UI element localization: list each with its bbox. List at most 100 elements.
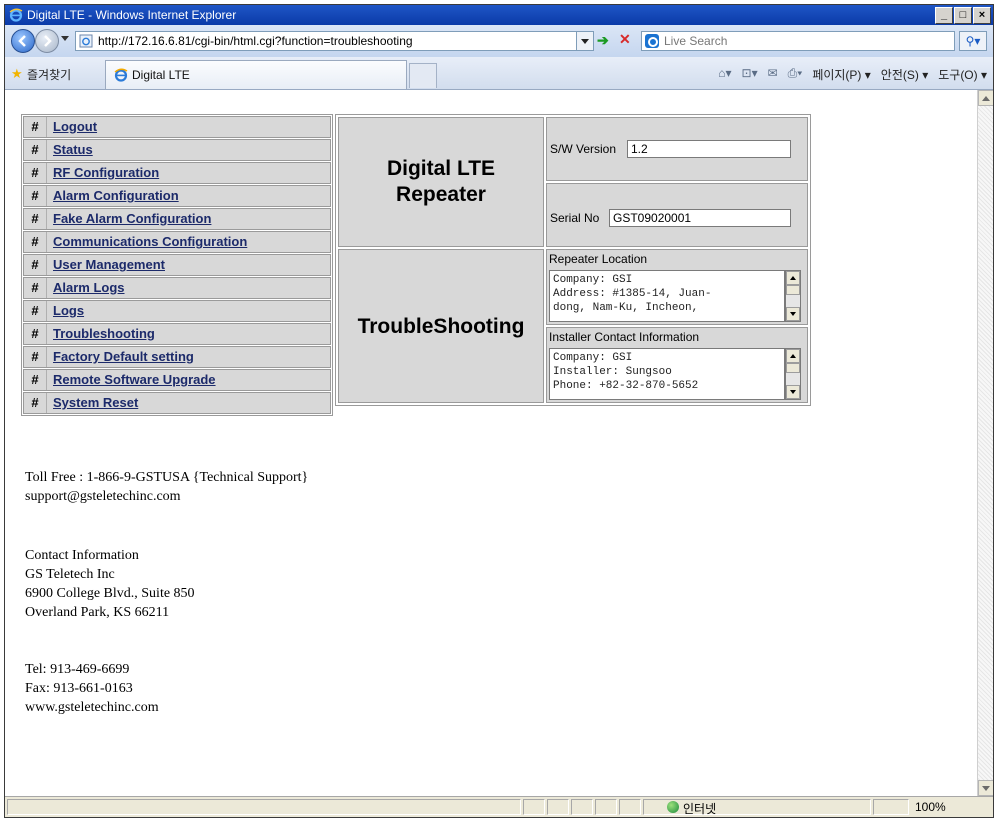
scroll-thumb[interactable] <box>786 363 800 373</box>
contact-heading: Contact Information <box>25 548 139 563</box>
forward-arrow-icon <box>44 35 52 47</box>
menu-link[interactable]: RF Configuration <box>47 163 159 183</box>
scroll-down-icon[interactable] <box>978 780 993 796</box>
scroll-down-icon[interactable] <box>786 385 800 399</box>
installer-contact-label: Installer Contact Information <box>549 330 700 344</box>
tab-digital-lte[interactable]: Digital LTE <box>105 60 407 89</box>
feeds-icon[interactable]: ⊡▾ <box>742 66 758 83</box>
menu-link[interactable]: Troubleshooting <box>47 324 155 344</box>
repeater-location-label: Repeater Location <box>549 252 648 266</box>
address-input[interactable]: http://172.16.6.81/cgi-bin/html.cgi?func… <box>75 31 577 51</box>
fax-text: Fax: 913-661-0163 <box>25 681 133 696</box>
tools-menu[interactable]: 도구(O) ▾ <box>938 66 987 83</box>
serial-no-cell: Serial No GST09020001 <box>546 183 808 247</box>
back-button[interactable] <box>11 29 35 53</box>
stop-icon[interactable]: ✕ <box>619 31 631 48</box>
section-title-cell: TroubleShooting <box>338 249 544 403</box>
new-tab-button[interactable] <box>409 63 437 88</box>
browser-window: Digital LTE - Windows Internet Explorer … <box>4 4 994 818</box>
repeater-location-cell: Repeater Location Company: GSI Address: … <box>546 249 808 325</box>
protected-mode-segment[interactable] <box>873 799 909 815</box>
textarea-scrollbar[interactable] <box>785 348 801 400</box>
scroll-down-icon[interactable] <box>786 307 800 321</box>
product-title-cell: Digital LTE Repeater <box>338 117 544 247</box>
print-icon[interactable]: ⎙▾ <box>788 66 803 83</box>
page-icon <box>79 34 93 48</box>
nav-menu: # Logout # Status # RF Configuration # Alarm… <box>21 114 333 416</box>
contact-info: Contact Information GS Teletech Inc 6900… <box>25 546 195 622</box>
zone-label: 인터넷 <box>683 802 717 816</box>
repeater-info-panel: Digital LTE Repeater S/W Version 1.2 Ser… <box>335 114 811 406</box>
scroll-thumb[interactable] <box>786 285 800 295</box>
menu-link[interactable]: System Reset <box>47 393 138 413</box>
phone-info: Tel: 913-469-6699 Fax: 913-661-0163 www.… <box>25 660 159 717</box>
menu-item-status[interactable]: # Status <box>23 139 331 161</box>
command-bar: ⌂▾ ⊡▾ ✉ ⎙▾ 페이지(P) ▾ 안전(S) ▾ 도구(O) ▾ <box>718 66 987 83</box>
menu-item-alarm-logs[interactable]: # Alarm Logs <box>23 277 331 299</box>
search-icon[interactable]: ⚲▾ <box>959 31 987 51</box>
minimize-button[interactable]: _ <box>935 7 953 24</box>
menu-link[interactable]: Communications Configuration <box>47 232 247 252</box>
back-arrow-icon <box>18 35 26 47</box>
tollfree-text: Toll Free : 1-866-9-GSTUSA {Technical Su… <box>25 470 309 485</box>
company-name: GS Teletech Inc <box>25 567 115 582</box>
menu-link[interactable]: Factory Default setting <box>47 347 194 367</box>
installer-contact-cell: Installer Contact Information Company: G… <box>546 327 808 403</box>
address-line1: 6900 College Blvd., Suite 850 <box>25 586 195 601</box>
support-info: Toll Free : 1-866-9-GSTUSA {Technical Su… <box>25 468 308 506</box>
scroll-up-icon[interactable] <box>978 90 993 106</box>
mail-icon[interactable]: ✉ <box>768 66 778 83</box>
menu-item-rf-configuration[interactable]: # RF Configuration <box>23 162 331 184</box>
favorites-label[interactable]: 즐겨찾기 <box>27 66 71 83</box>
sw-version-field[interactable]: 1.2 <box>627 140 791 158</box>
status-segment <box>619 799 641 815</box>
menu-link[interactable]: User Management <box>47 255 165 275</box>
scroll-up-icon[interactable] <box>786 271 800 285</box>
menu-item-logout[interactable]: # Logout <box>23 116 331 138</box>
menu-link[interactable]: Logout <box>47 117 97 137</box>
status-segment <box>595 799 617 815</box>
go-icon[interactable]: ➔ <box>597 32 609 49</box>
forward-button[interactable] <box>35 29 59 53</box>
menu-link[interactable]: Logs <box>47 301 84 321</box>
menu-link[interactable]: Remote Software Upgrade <box>47 370 216 390</box>
home-icon[interactable]: ⌂▾ <box>718 66 731 83</box>
installer-contact-textarea[interactable]: Company: GSI Installer: Sungsoo Phone: +… <box>549 348 785 400</box>
textarea-scrollbar[interactable] <box>785 270 801 322</box>
address-url: http://172.16.6.81/cgi-bin/html.cgi?func… <box>98 34 413 48</box>
search-input[interactable]: Live Search <box>641 31 955 51</box>
status-segment <box>571 799 593 815</box>
menu-link[interactable]: Status <box>47 140 93 160</box>
section-title: TroubleShooting <box>357 315 525 338</box>
repeater-location-textarea[interactable]: Company: GSI Address: #1385-14, Juan- do… <box>549 270 785 322</box>
menu-item-logs[interactable]: # Logs <box>23 300 331 322</box>
tab-title: Digital LTE <box>132 68 190 82</box>
serial-no-field[interactable]: GST09020001 <box>609 209 791 227</box>
favorites-star-icon[interactable]: ★ <box>11 66 23 82</box>
window-title: Digital LTE - Windows Internet Explorer <box>27 8 237 22</box>
page-scrollbar[interactable] <box>977 90 993 796</box>
menu-item-system-reset[interactable]: # System Reset <box>23 392 331 414</box>
menu-item-user-management[interactable]: # User Management <box>23 254 331 276</box>
menu-item-alarm-configuration[interactable]: # Alarm Configuration <box>23 185 331 207</box>
zoom-level[interactable]: 100% <box>915 800 946 814</box>
history-dropdown-icon[interactable] <box>61 36 69 41</box>
address-dropdown-button[interactable] <box>576 31 594 51</box>
favorites-bar: ★ 즐겨찾기 Digital LTE ⌂▾ ⊡▾ ✉ ⎙▾ 페이지(P) ▾ 안… <box>5 57 993 90</box>
product-title-line1: Digital LTE <box>386 157 496 180</box>
status-segment <box>547 799 569 815</box>
menu-link[interactable]: Alarm Logs <box>47 278 125 298</box>
menu-item-remote-software-upgrade[interactable]: # Remote Software Upgrade <box>23 369 331 391</box>
maximize-button[interactable]: □ <box>954 7 972 24</box>
safety-menu[interactable]: 안전(S) ▾ <box>881 66 928 83</box>
menu-item-troubleshooting[interactable]: # Troubleshooting <box>23 323 331 345</box>
menu-link[interactable]: Alarm Configuration <box>47 186 179 206</box>
menu-item-fake-alarm-configuration[interactable]: # Fake Alarm Configuration <box>23 208 331 230</box>
menu-item-communications-configuration[interactable]: # Communications Configuration <box>23 231 331 253</box>
scroll-up-icon[interactable] <box>786 349 800 363</box>
menu-link[interactable]: Fake Alarm Configuration <box>47 209 211 229</box>
close-button[interactable]: × <box>973 7 991 24</box>
menu-item-factory-default-setting[interactable]: # Factory Default setting <box>23 346 331 368</box>
page-menu[interactable]: 페이지(P) ▾ <box>812 66 870 83</box>
support-email: support@gsteletechinc.com <box>25 489 181 504</box>
